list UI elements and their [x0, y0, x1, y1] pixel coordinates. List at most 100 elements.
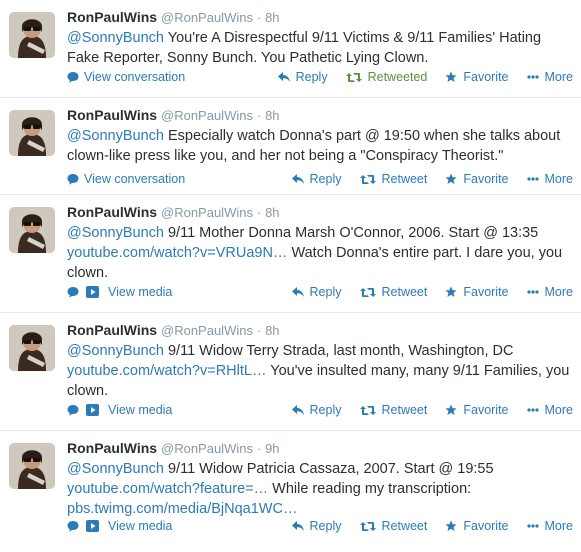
separator-dot: · — [256, 205, 262, 220]
user-fullname[interactable]: RonPaulWins — [67, 9, 157, 25]
user-screen-name[interactable]: @RonPaulWins — [161, 10, 253, 25]
tweet-actions: Reply Retweet Favorite More — [274, 170, 573, 188]
star-icon — [445, 520, 457, 531]
tweet-text: @SonnyBunch 9/11 Widow Terry Strada, las… — [67, 341, 573, 401]
mention-link[interactable]: @SonnyBunch — [67, 225, 164, 241]
retweet-icon — [359, 405, 376, 415]
video-play-icon — [86, 404, 99, 416]
more-button[interactable]: More — [526, 170, 573, 188]
tweet-timestamp[interactable]: 8h — [265, 205, 279, 220]
tweet-actions: Reply Retweet Favorite More — [274, 401, 573, 419]
view-media-label: View media — [108, 519, 173, 533]
favorite-button[interactable]: Favorite — [445, 283, 509, 301]
reply-button[interactable]: Reply — [291, 283, 342, 301]
speech-bubble-icon — [67, 521, 79, 532]
favorite-button[interactable]: Favorite — [445, 68, 509, 86]
view-conversation-link[interactable]: View conversation — [67, 170, 185, 188]
reply-icon — [277, 71, 290, 82]
user-screen-name[interactable]: @RonPaulWins — [161, 108, 253, 123]
retweet-label: Retweet — [381, 519, 428, 533]
mention-link[interactable]: @SonnyBunch — [67, 343, 164, 359]
user-screen-name[interactable]: @RonPaulWins — [161, 323, 253, 338]
tweet-actions: Reply Retweet Favorite More — [274, 283, 573, 301]
avatar[interactable] — [9, 443, 55, 489]
tweet-actions: Reply Retweet Favorite More — [274, 517, 573, 535]
reply-label: Reply — [309, 403, 342, 417]
view-media-link[interactable]: View media — [67, 517, 172, 535]
user-fullname[interactable]: RonPaulWins — [67, 440, 157, 456]
user-fullname[interactable]: RonPaulWins — [67, 322, 157, 338]
view-conversation-label: View conversation — [84, 70, 186, 84]
youtube-link[interactable]: youtube.com/watch?feature=… — [67, 481, 268, 497]
favorite-button[interactable]: Favorite — [445, 170, 509, 188]
separator-dot: · — [256, 108, 262, 123]
favorite-label: Favorite — [463, 285, 509, 299]
more-button[interactable]: More — [526, 68, 573, 86]
more-dots-icon — [526, 408, 539, 412]
favorite-label: Favorite — [463, 403, 509, 417]
tweet[interactable]: RonPaulWins @RonPaulWins · 8h @SonnyBunc… — [0, 313, 581, 431]
mention-link[interactable]: @SonnyBunch — [67, 30, 164, 46]
more-button[interactable]: More — [526, 401, 573, 419]
youtube-link[interactable]: youtube.com/watch?v=VRUa9N… — [67, 245, 287, 261]
reply-icon — [291, 404, 304, 415]
retweet-label: Retweet — [381, 172, 428, 186]
video-play-icon — [86, 520, 99, 532]
view-media-link[interactable]: View media — [67, 283, 172, 301]
tweet-timestamp[interactable]: 8h — [265, 323, 279, 338]
view-media-link[interactable]: View media — [67, 401, 172, 419]
reply-icon — [291, 173, 304, 184]
image-link[interactable]: pbs.twimg.com/media/BjNqa1WC… — [67, 501, 297, 517]
tweet[interactable]: RonPaulWins @RonPaulWins · 8h @SonnyBunc… — [0, 98, 581, 195]
speech-bubble-icon — [67, 72, 79, 83]
retweet-button[interactable]: Retweet — [359, 283, 427, 301]
retweet-button[interactable]: Retweet — [359, 170, 428, 188]
tweet-text: @SonnyBunch Especially watch Donna's par… — [67, 126, 573, 166]
avatar[interactable] — [9, 12, 55, 58]
star-icon — [445, 404, 457, 415]
tweet-header: RonPaulWins @RonPaulWins · 8h — [67, 321, 573, 340]
tweet-footer: View media Reply Retweet Favorite More — [67, 517, 573, 535]
reply-button[interactable]: Reply — [291, 401, 342, 419]
tweet-text: @SonnyBunch You're A Disrespectful 9/11 … — [67, 28, 573, 68]
user-screen-name[interactable]: @RonPaulWins — [161, 205, 253, 220]
user-screen-name[interactable]: @RonPaulWins — [161, 441, 253, 456]
retweet-button[interactable]: Retweet — [359, 517, 428, 535]
mention-link[interactable]: @SonnyBunch — [67, 128, 164, 144]
youtube-link[interactable]: youtube.com/watch?v=RHltL… — [67, 363, 266, 379]
tweet-body: 9/11 Mother Donna Marsh O'Connor, 2006. … — [167, 225, 539, 241]
tweet-header: RonPaulWins @RonPaulWins · 8h — [67, 106, 573, 125]
reply-label: Reply — [309, 285, 342, 299]
reply-button[interactable]: Reply — [291, 517, 342, 535]
tweet-timestamp[interactable]: 8h — [265, 108, 279, 123]
favorite-label: Favorite — [463, 172, 509, 186]
more-label: More — [544, 403, 573, 417]
reply-button[interactable]: Reply — [291, 170, 342, 188]
view-conversation-label: View conversation — [84, 172, 186, 186]
tweet-timeline: RonPaulWins @RonPaulWins · 8h @SonnyBunc… — [0, 0, 581, 552]
reply-button[interactable]: Reply — [277, 68, 328, 86]
tweet[interactable]: RonPaulWins @RonPaulWins · 8h @SonnyBunc… — [0, 0, 581, 98]
tweet-timestamp[interactable]: 8h — [265, 10, 279, 25]
user-fullname[interactable]: RonPaulWins — [67, 204, 157, 220]
favorite-label: Favorite — [463, 519, 509, 533]
more-button[interactable]: More — [526, 283, 573, 301]
star-icon — [445, 71, 457, 82]
mention-link[interactable]: @SonnyBunch — [67, 461, 164, 477]
retweet-button[interactable]: Retweeted — [345, 68, 427, 86]
view-conversation-link[interactable]: View conversation — [67, 68, 185, 86]
user-fullname[interactable]: RonPaulWins — [67, 107, 157, 123]
favorite-button[interactable]: Favorite — [445, 401, 509, 419]
avatar[interactable] — [9, 110, 55, 156]
tweet[interactable]: RonPaulWins @RonPaulWins · 9h @SonnyBunc… — [0, 431, 581, 552]
more-label: More — [544, 70, 573, 84]
favorite-button[interactable]: Favorite — [445, 517, 509, 535]
tweet-timestamp[interactable]: 9h — [265, 441, 279, 456]
more-dots-icon — [526, 290, 539, 294]
retweet-button[interactable]: Retweet — [359, 401, 427, 419]
tweet[interactable]: RonPaulWins @RonPaulWins · 8h @SonnyBunc… — [0, 195, 581, 313]
avatar[interactable] — [9, 207, 55, 253]
more-button[interactable]: More — [526, 517, 573, 535]
speech-bubble-icon — [67, 405, 79, 416]
avatar[interactable] — [9, 325, 55, 371]
